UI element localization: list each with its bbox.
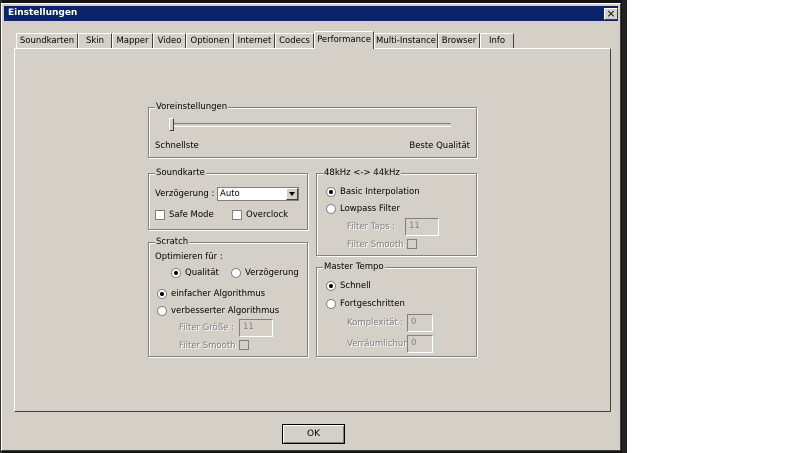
window-title: Einstellungen	[8, 8, 78, 18]
tab-info[interactable]: Info	[480, 33, 514, 48]
fast-radio[interactable]	[326, 281, 336, 291]
tab-multi-instance[interactable]: Multi-Instance	[374, 33, 438, 48]
latency-value: Auto	[220, 189, 240, 199]
complexity-label: Komplexität :	[347, 318, 404, 328]
overclock-checkbox[interactable]	[232, 210, 242, 220]
filter-taps-input[interactable]: 11	[405, 218, 439, 236]
quality-label: Qualität	[185, 268, 219, 278]
settings-dialog: Einstellungen × Soundkarten Skin Mapper …	[1, 3, 621, 451]
latency-label: Verzögerung :	[155, 189, 215, 199]
presets-legend: Voreinstellungen	[155, 102, 229, 112]
lowpass-filter-radio[interactable]	[326, 204, 336, 214]
scratch-latency-label: Verzögerung	[245, 268, 299, 278]
optimize-for-label: Optimieren für :	[155, 252, 223, 262]
resample-group: 48kHz <-> 44kHz Basic Interpolation Lowp…	[316, 168, 477, 256]
resample-filter-smooth-checkbox[interactable]	[407, 239, 417, 249]
basic-interpolation-radio[interactable]	[326, 187, 336, 197]
filter-size-input[interactable]: 11	[239, 319, 273, 337]
resample-filter-smooth-label: Filter Smooth	[347, 240, 404, 250]
improved-algorithm-radio[interactable]	[157, 306, 167, 316]
presets-left-label: Schnellste	[155, 141, 199, 151]
simple-algorithm-label: einfacher Algorithmus	[171, 289, 266, 299]
chevron-down-icon[interactable]	[286, 188, 298, 200]
complexity-input[interactable]: 0	[407, 314, 433, 332]
presets-slider-thumb[interactable]	[169, 118, 174, 131]
tab-browser[interactable]: Browser	[438, 33, 480, 48]
tab-soundkarten[interactable]: Soundkarten	[16, 33, 78, 48]
safe-mode-label: Safe Mode	[169, 210, 214, 220]
scratch-filter-smooth-label: Filter Smooth	[179, 341, 236, 351]
spatial-label: Verräumlichung	[347, 339, 415, 349]
tab-internet[interactable]: Internet	[234, 33, 275, 48]
tab-performance[interactable]: Performance	[314, 31, 374, 49]
scratch-filter-smooth-checkbox[interactable]	[239, 340, 249, 350]
simple-algorithm-radio[interactable]	[157, 289, 167, 299]
tab-video[interactable]: Video	[153, 33, 186, 48]
scratch-legend: Scratch	[155, 237, 190, 247]
close-icon: ×	[606, 7, 616, 20]
advanced-radio[interactable]	[326, 299, 336, 309]
scratch-group: Scratch Optimieren für : Qualität Verzög…	[148, 237, 308, 357]
soundkarte-legend: Soundkarte	[155, 168, 206, 178]
master-tempo-group: Master Tempo Schnell Fortgeschritten Kom…	[316, 262, 477, 357]
title-bar[interactable]: Einstellungen ×	[4, 6, 618, 21]
background-edge-right	[622, 0, 627, 453]
filter-taps-label: Filter Taps :	[347, 222, 396, 232]
presets-group: Voreinstellungen Schnellste Beste Qualit…	[148, 102, 477, 158]
lowpass-filter-label: Lowpass Filter	[340, 204, 400, 214]
spatial-input[interactable]: 0	[407, 335, 433, 353]
overclock-label: Overclock	[246, 210, 289, 220]
ok-button[interactable]: OK	[282, 424, 345, 444]
soundkarte-group: Soundkarte Verzögerung : Auto Safe Mode …	[148, 168, 308, 230]
scratch-latency-radio[interactable]	[231, 268, 241, 278]
presets-slider-track[interactable]	[169, 123, 451, 127]
tab-codecs[interactable]: Codecs	[275, 33, 314, 48]
tab-mapper[interactable]: Mapper	[112, 33, 153, 48]
tab-skin[interactable]: Skin	[78, 33, 112, 48]
latency-dropdown[interactable]: Auto	[217, 187, 299, 201]
basic-interpolation-label: Basic Interpolation	[340, 187, 420, 197]
close-button[interactable]: ×	[604, 8, 618, 20]
presets-right-label: Beste Qualität	[409, 141, 470, 151]
master-tempo-legend: Master Tempo	[323, 262, 385, 272]
safe-mode-checkbox[interactable]	[155, 210, 165, 220]
fast-label: Schnell	[340, 281, 371, 291]
advanced-label: Fortgeschritten	[340, 299, 405, 309]
improved-algorithm-label: verbesserter Algorithmus	[171, 306, 280, 316]
tab-optionen[interactable]: Optionen	[186, 33, 234, 48]
filter-size-label: Filter Größe :	[179, 323, 234, 333]
quality-radio[interactable]	[171, 268, 181, 278]
performance-tab-page: Voreinstellungen Schnellste Beste Qualit…	[14, 48, 611, 412]
resample-legend: 48kHz <-> 44kHz	[323, 168, 401, 178]
